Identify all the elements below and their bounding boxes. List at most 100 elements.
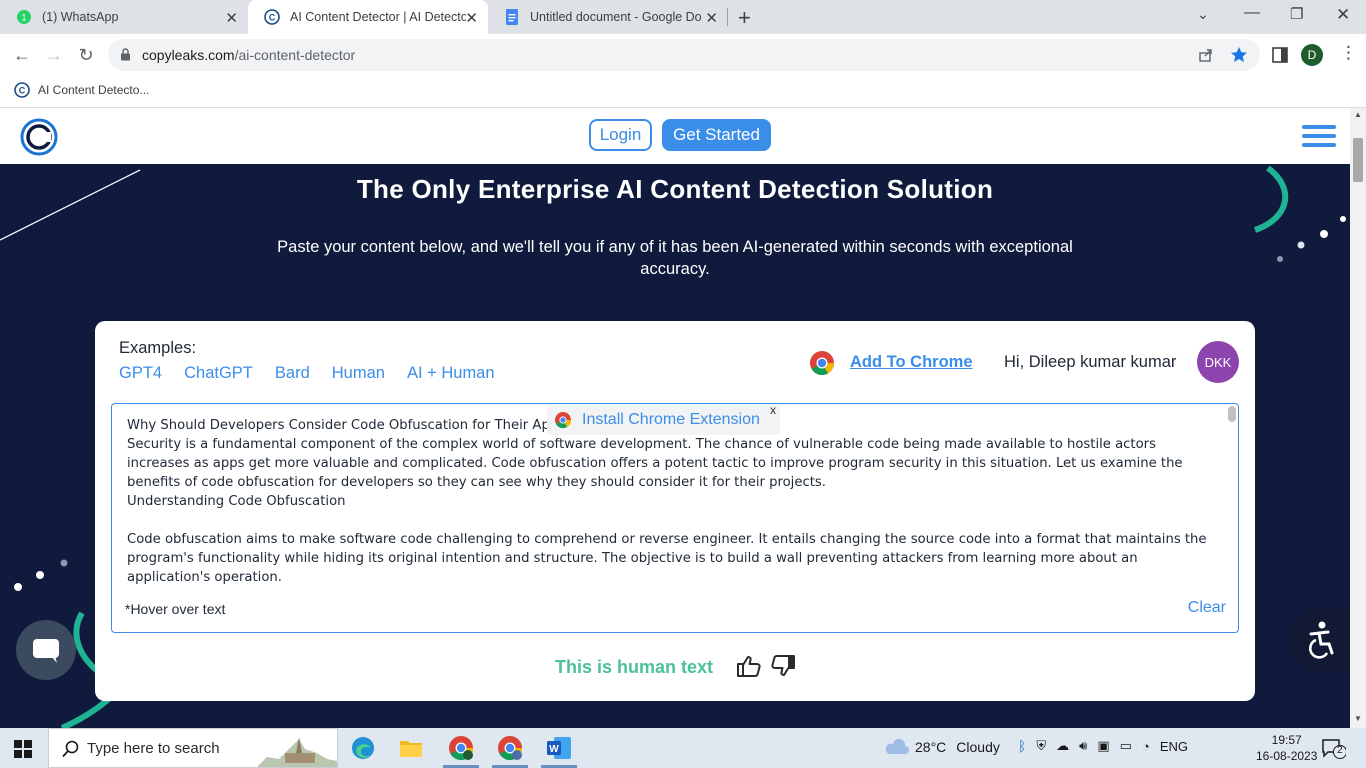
example-bard[interactable]: Bard	[275, 364, 310, 383]
wifi-icon[interactable]: ◔	[1142, 739, 1150, 754]
close-window-icon[interactable]: ✕	[1336, 5, 1350, 25]
chrome-icon	[810, 351, 834, 376]
bookmarks-bar: C AI Content Detecto...	[0, 76, 1366, 108]
side-panel-icon[interactable]	[1272, 47, 1288, 63]
close-tab-icon[interactable]: ✕	[225, 9, 238, 27]
weather-widget[interactable]: 28°C Cloudy	[883, 738, 1000, 756]
windows-start-icon[interactable]	[14, 740, 32, 758]
windows-taskbar: Type here to search W 28°C Cloudy ᛒ ⛨ ☁ …	[0, 728, 1366, 768]
notification-center[interactable]: 2	[1322, 739, 1347, 764]
text-paragraph: Security is a fundamental component of t…	[127, 437, 1183, 490]
bookmark-ai-detector[interactable]: C AI Content Detecto...	[14, 82, 149, 98]
add-to-chrome-link[interactable]: Add To Chrome	[850, 353, 973, 372]
clock-time: 19:57	[1271, 733, 1302, 747]
scroll-down-icon[interactable]: ▼	[1354, 714, 1362, 723]
search-icon	[62, 740, 79, 758]
clear-button[interactable]: Clear	[1188, 599, 1226, 617]
site-header: Login Get Started	[0, 108, 1350, 164]
whatsapp-icon: 1	[16, 9, 32, 25]
page-scrollbar[interactable]: ▲ ▼	[1350, 108, 1366, 728]
language-indicator[interactable]: ENG	[1160, 739, 1188, 754]
profile-avatar[interactable]: D	[1301, 44, 1323, 66]
taskbar-chrome-1[interactable]	[446, 734, 476, 762]
back-icon[interactable]: ←	[10, 43, 34, 67]
google-docs-icon	[504, 9, 520, 25]
hero-title: The Only Enterprise AI Content Detection…	[356, 174, 994, 204]
taskbar-search-box[interactable]: Type here to search	[48, 728, 338, 768]
taskbar-file-explorer[interactable]	[396, 734, 426, 762]
thumbs-down-icon[interactable]	[770, 654, 796, 678]
content-text: Why Should Developers Consider Code Obfu…	[127, 416, 1217, 587]
close-tab-icon[interactable]: ✕	[705, 9, 718, 27]
install-extension-popup[interactable]: Install Chrome Extension x	[547, 403, 780, 435]
tab-search-icon[interactable]: ⌄	[1197, 6, 1209, 23]
copyleaks-icon: C	[264, 9, 280, 25]
chat-icon	[33, 639, 59, 663]
search-placeholder: Type here to search	[87, 739, 220, 757]
taskbar-chrome-2[interactable]	[495, 734, 525, 762]
address-bar[interactable]: copyleaks.com/ai-content-detector	[108, 39, 1260, 71]
chat-widget-button[interactable]	[16, 620, 76, 680]
tab-title: Untitled document - Google Doc	[530, 10, 702, 24]
meet-icon[interactable]: ▣	[1097, 738, 1109, 754]
thumbs-up-icon[interactable]	[736, 654, 762, 678]
tab-ai-detector[interactable]: C AI Content Detector | AI Detector ✕	[248, 0, 488, 34]
share-icon[interactable]	[1198, 47, 1214, 63]
copyleaks-logo[interactable]	[20, 118, 58, 156]
search-highlight-image	[257, 737, 337, 767]
example-ai-human[interactable]: AI + Human	[407, 364, 495, 383]
forward-icon[interactable]: →	[42, 43, 66, 67]
lock-icon	[121, 48, 130, 61]
install-extension-label: Install Chrome Extension	[582, 411, 760, 428]
taskbar-clock[interactable]: 19:57 16-08-2023	[1256, 732, 1317, 764]
notification-count: 2	[1337, 745, 1343, 756]
close-tab-icon[interactable]: ✕	[465, 9, 478, 27]
menu-icon[interactable]: ⋮	[1340, 43, 1357, 63]
new-tab-icon[interactable]: +	[738, 5, 751, 31]
tab-title: AI Content Detector | AI Detector	[290, 10, 466, 24]
close-popup-icon[interactable]: x	[770, 403, 776, 417]
tab-google-doc[interactable]: Untitled document - Google Doc ✕	[488, 0, 728, 34]
get-started-button[interactable]: Get Started	[662, 119, 771, 151]
example-human[interactable]: Human	[332, 364, 385, 383]
svg-text:W: W	[549, 744, 559, 755]
url-text: copyleaks.com/ai-content-detector	[142, 47, 356, 63]
browser-toolbar: ← → ↻ copyleaks.com/ai-content-detector …	[0, 34, 1366, 76]
reload-icon[interactable]: ↻	[74, 43, 98, 67]
system-tray: ᛒ ⛨ ☁ 🔊︎ ▣ ▭ ◔ ENG	[1018, 738, 1188, 754]
taskbar-word[interactable]: W	[544, 734, 574, 762]
restore-icon[interactable]: ❐	[1290, 5, 1303, 23]
examples-label: Examples:	[119, 339, 197, 357]
weather-condition: Cloudy	[956, 739, 1000, 755]
security-icon[interactable]: ⛨	[1036, 738, 1046, 754]
user-avatar[interactable]: DKK	[1197, 341, 1239, 383]
chrome-icon	[498, 736, 522, 761]
taskbar-edge[interactable]	[348, 734, 378, 762]
text-blank	[127, 511, 1217, 530]
edge-icon	[352, 737, 374, 759]
svg-text:1: 1	[21, 13, 26, 23]
tab-whatsapp[interactable]: 1 (1) WhatsApp ✕	[0, 0, 248, 34]
bookmark-star-icon[interactable]	[1230, 46, 1248, 64]
hamburger-menu-icon[interactable]	[1302, 125, 1336, 149]
minimize-icon[interactable]: —	[1244, 4, 1260, 22]
example-gpt4[interactable]: GPT4	[119, 364, 162, 383]
accessibility-button[interactable]	[1289, 608, 1350, 672]
onedrive-icon[interactable]: ☁	[1056, 738, 1069, 754]
tab-title: (1) WhatsApp	[42, 10, 119, 24]
bookmark-label: AI Content Detecto...	[38, 83, 150, 97]
login-button[interactable]: Login	[589, 119, 652, 151]
user-greeting: Hi, Dileep kumar kumar	[1004, 353, 1177, 371]
text-heading: Understanding Code Obfuscation	[127, 494, 346, 509]
battery-icon[interactable]: ▭	[1120, 738, 1132, 754]
hero-subtitle: Paste your content below, and we'll tell…	[277, 238, 1073, 278]
volume-icon[interactable]: 🔊︎	[1079, 738, 1087, 754]
content-textarea[interactable]: Why Should Developers Consider Code Obfu…	[111, 403, 1239, 633]
example-chatgpt[interactable]: ChatGPT	[184, 364, 253, 383]
textarea-scrollbar[interactable]	[1228, 406, 1236, 422]
scrollbar-thumb[interactable]	[1353, 138, 1363, 182]
scroll-up-icon[interactable]: ▲	[1354, 110, 1362, 119]
chrome-icon	[449, 736, 473, 761]
bluetooth-icon[interactable]: ᛒ	[1018, 738, 1026, 754]
svg-text:C: C	[269, 13, 276, 23]
